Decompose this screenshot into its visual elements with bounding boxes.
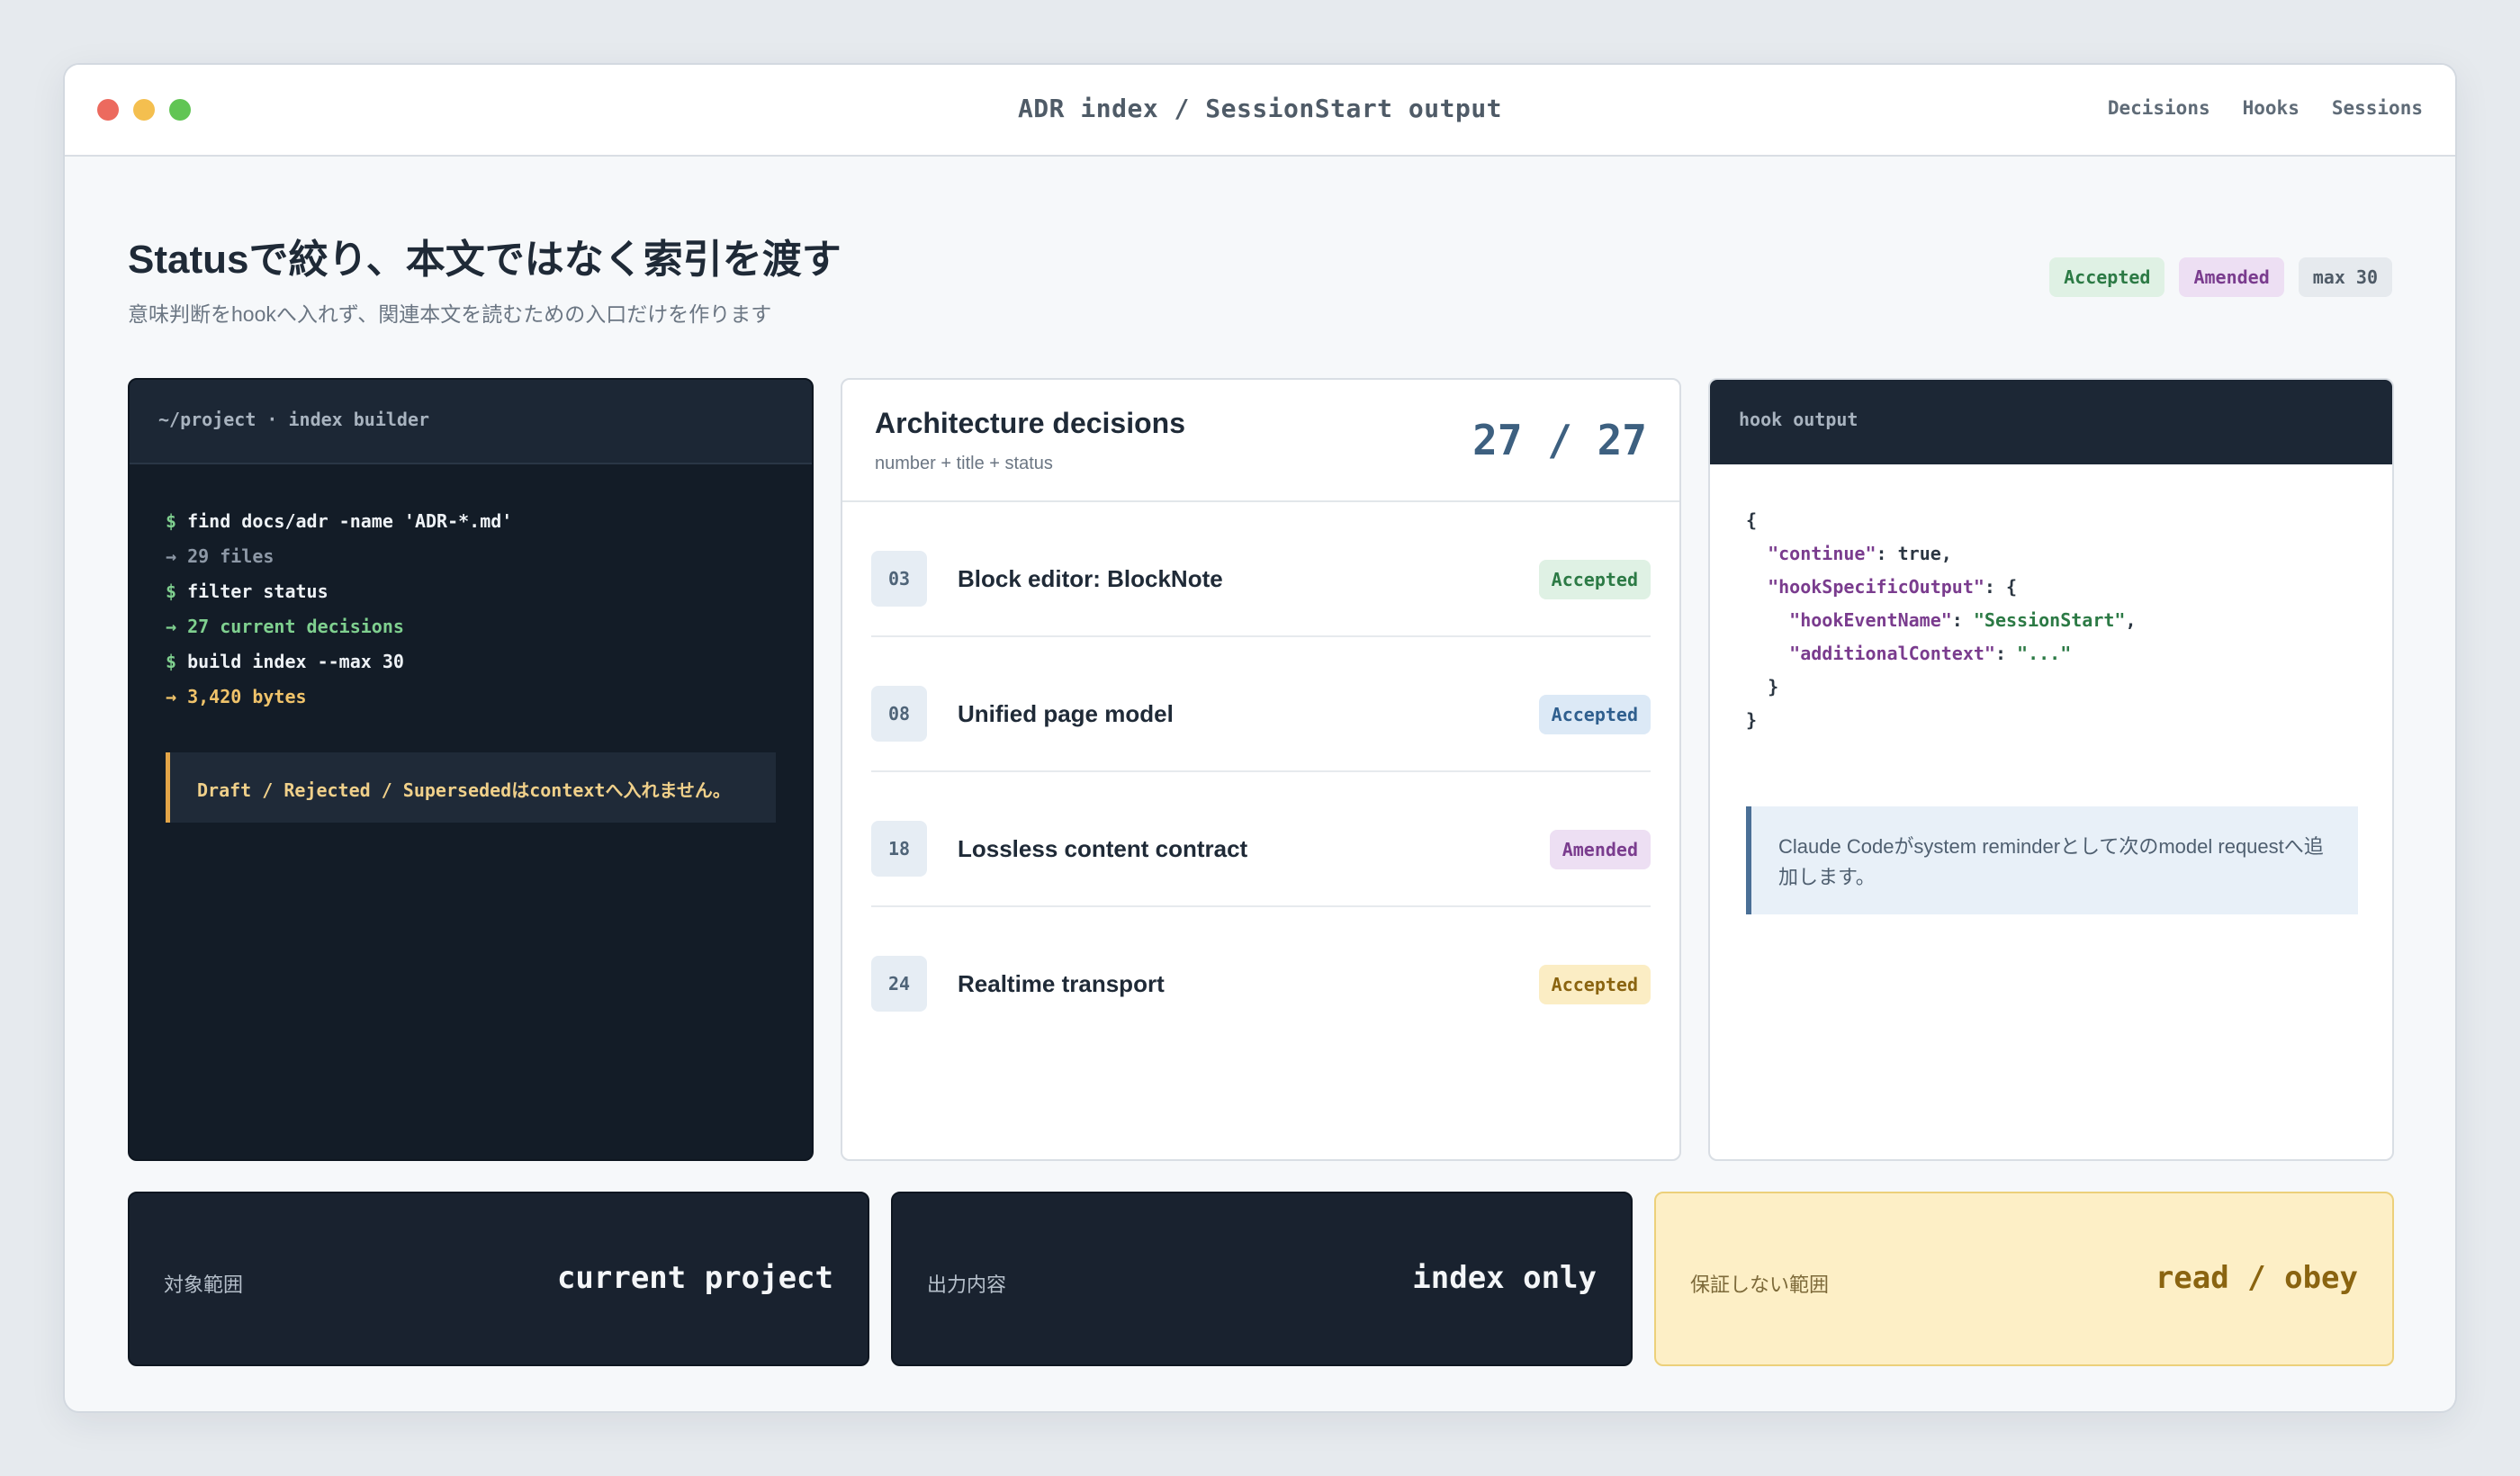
decisions-list: 03 Block editor: BlockNote Accepted 08 U… <box>842 502 1679 1042</box>
json-value: "..." <box>2017 643 2072 664</box>
status-badge: Accepted <box>1538 560 1651 599</box>
json-key: "continue" <box>1768 543 1876 564</box>
page-title: Statusで絞り、本文ではなく索引を渡す <box>128 238 842 282</box>
json-line: "hookSpecificOutput": { <box>1768 576 2018 598</box>
card-value: current project <box>556 1260 833 1296</box>
json-key: "hookSpecificOutput" <box>1768 576 1984 598</box>
json-line: "hookEventName": "SessionStart", <box>1789 609 2137 631</box>
decision-number: 24 <box>871 956 927 1012</box>
hook-note: Claude Codeがsystem reminderとして次のmodel re… <box>1746 806 2358 914</box>
decisions-subtitle: number + title + status <box>875 454 1053 473</box>
nav-sessions[interactable]: Sessions <box>2332 97 2423 119</box>
result-arrow: → <box>166 686 177 707</box>
terminal-command: build index --max 30 <box>187 651 404 672</box>
prompt-symbol: $ <box>166 651 177 672</box>
hook-output-title: hook output <box>1710 380 2392 464</box>
decision-number: 03 <box>871 551 927 607</box>
json-brace: } <box>1768 676 1779 698</box>
json-key: "hookEventName" <box>1789 609 1952 631</box>
hook-output-panel: hook output { "continue": true, "hookSpe… <box>1708 378 2394 1161</box>
status-badge: Accepted <box>1538 965 1651 1004</box>
card-label: 出力内容 <box>927 1274 1007 1296</box>
json-key: "additionalContext" <box>1789 643 1995 664</box>
json-brace: } <box>1746 709 1758 731</box>
tag-amended: Amended <box>2179 257 2284 297</box>
terminal-result: 27 current decisions <box>187 616 404 637</box>
non-guarantee-card: 保証しない範囲 read / obey <box>1654 1192 2394 1366</box>
decision-title: Block editor: BlockNote <box>958 565 1223 592</box>
card-label: 保証しない範囲 <box>1690 1274 1830 1296</box>
decision-title: Unified page model <box>958 700 1174 727</box>
status-badge: Accepted <box>1538 695 1651 734</box>
decisions-title: Architecture decisions <box>875 407 1185 439</box>
status-filter-tags: Accepted Amended max 30 <box>2049 257 2392 297</box>
tag-max: max 30 <box>2298 257 2392 297</box>
json-line: { <box>1746 504 2356 537</box>
result-arrow: → <box>166 545 177 567</box>
decision-row[interactable]: 24 Realtime transport Accepted <box>871 907 1651 1042</box>
json-line: } <box>1746 670 2356 704</box>
title-bar: ADR index / SessionStart output Decision… <box>65 65 2455 157</box>
app-window: ADR index / SessionStart output Decision… <box>63 63 2457 1413</box>
card-label: 対象範囲 <box>164 1274 244 1296</box>
top-nav: Decisions Hooks Sessions <box>2108 97 2423 119</box>
status-badge: Amended <box>1549 830 1651 869</box>
decisions-header: Architecture decisions number + title + … <box>842 380 1679 502</box>
hook-json: { "continue": true, "hookSpecificOutput"… <box>1710 464 2392 737</box>
terminal-line: $ build index --max 30 <box>166 644 776 680</box>
output-card: 出力内容 index only <box>891 1192 1633 1366</box>
json-line: "additionalContext": "..." <box>1789 643 2072 664</box>
terminal-result: 3,420 bytes <box>187 686 307 707</box>
terminal-panel: ~/project · index builder $ find docs/ad… <box>128 378 814 1161</box>
terminal-line: → 27 current decisions <box>166 609 776 644</box>
tag-accepted: Accepted <box>2049 257 2165 297</box>
window-title: ADR index / SessionStart output <box>1017 94 1503 123</box>
json-line: } <box>1746 704 2356 737</box>
terminal-output: $ find docs/adr -name 'ADR-*.md' → 29 fi… <box>130 464 812 823</box>
result-arrow: → <box>166 616 177 637</box>
card-value: read / obey <box>2155 1260 2358 1296</box>
nav-hooks[interactable]: Hooks <box>2243 97 2300 119</box>
json-line: "continue": true, <box>1768 543 1952 564</box>
prompt-symbol: $ <box>166 580 177 602</box>
nav-decisions[interactable]: Decisions <box>2108 97 2210 119</box>
terminal-line: $ find docs/adr -name 'ADR-*.md' <box>166 504 776 539</box>
decision-row[interactable]: 03 Block editor: BlockNote Accepted <box>871 502 1651 637</box>
decisions-panel: Architecture decisions number + title + … <box>841 378 1681 1161</box>
terminal-command: find docs/adr -name 'ADR-*.md' <box>187 510 513 532</box>
terminal-result: 29 files <box>187 545 274 567</box>
card-value: index only <box>1412 1260 1597 1296</box>
terminal-line: → 29 files <box>166 539 776 574</box>
decision-number: 08 <box>871 686 927 742</box>
terminal-title: ~/project · index builder <box>130 380 812 464</box>
page-subtitle: 意味判断をhookへ入れず、関連本文を読むための入口だけを作ります <box>128 302 772 326</box>
decisions-count: 27 / 27 <box>1472 416 1647 464</box>
terminal-line: $ filter status <box>166 574 776 609</box>
scope-card: 対象範囲 current project <box>128 1192 869 1366</box>
decision-title: Lossless content contract <box>958 835 1248 862</box>
decision-title: Realtime transport <box>958 970 1165 997</box>
terminal-command: filter status <box>187 580 328 602</box>
json-value: true <box>1897 543 1941 564</box>
json-brace: { <box>1746 509 1758 531</box>
decision-row[interactable]: 08 Unified page model Accepted <box>871 637 1651 772</box>
json-value: "SessionStart" <box>1973 609 2126 631</box>
terminal-line: → 3,420 bytes <box>166 680 776 715</box>
decision-number: 18 <box>871 821 927 877</box>
terminal-note: Draft / Rejected / Supersededはcontextへ入れ… <box>166 752 776 823</box>
prompt-symbol: $ <box>166 510 177 532</box>
decision-row[interactable]: 18 Lossless content contract Amended <box>871 772 1651 907</box>
